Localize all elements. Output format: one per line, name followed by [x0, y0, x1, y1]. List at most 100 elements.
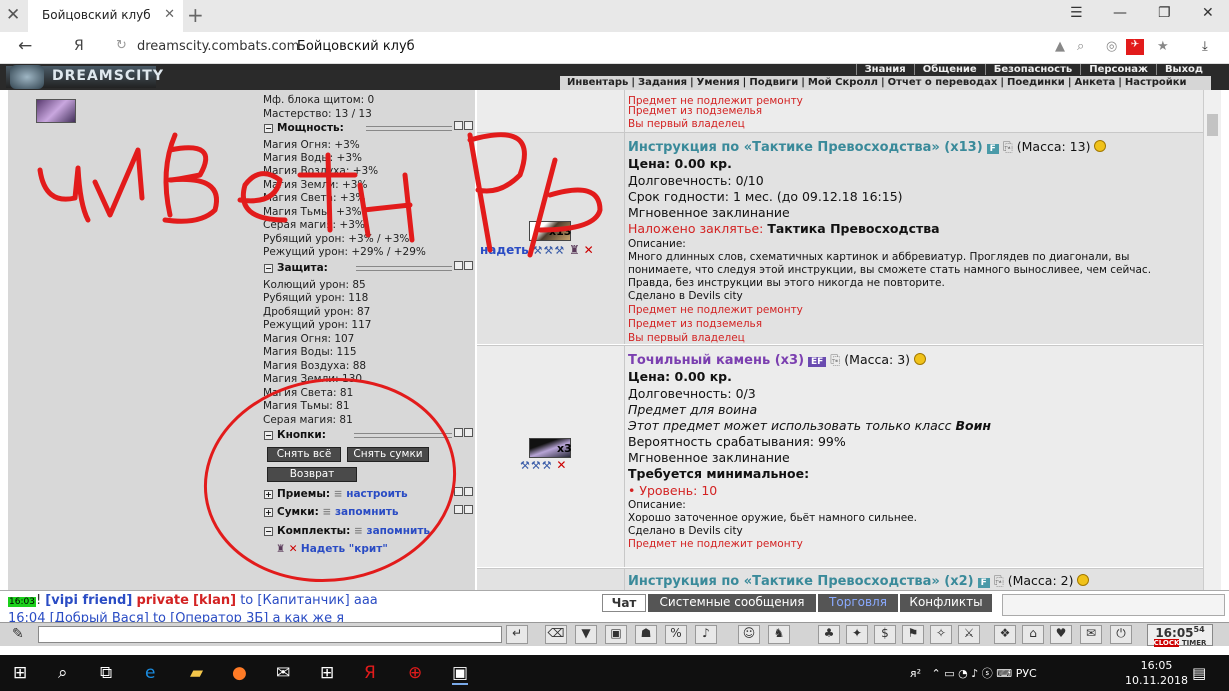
helmet-icon[interactable]: ♞	[768, 625, 790, 644]
item-name[interactable]: Инструкция по «Тактике Превосходства» (x…	[628, 140, 983, 155]
firefox-icon[interactable]: ●	[232, 663, 247, 683]
collapse-icon[interactable]: −	[264, 431, 273, 440]
adblock-icon[interactable]: ✈	[1126, 39, 1144, 55]
protect-icon[interactable]: ◎	[1106, 39, 1117, 54]
extension-icon[interactable]: ▲	[1055, 39, 1065, 54]
bookmark-star-icon[interactable]: ★	[1157, 39, 1169, 54]
copy-icon[interactable]: ⎘	[830, 352, 840, 367]
submenu-quests[interactable]: Задания	[635, 77, 690, 88]
chat-time[interactable]: 16:03	[8, 597, 36, 607]
quest-icon[interactable]: ✦	[846, 625, 868, 644]
chat-scroll[interactable]	[1002, 594, 1225, 616]
up-arrow-icon[interactable]	[454, 261, 463, 270]
task-view-icon[interactable]: ⧉	[100, 663, 112, 683]
delete-item-icon[interactable]: ✕	[556, 458, 566, 472]
submenu-transfers[interactable]: Отчет о переводах	[885, 77, 1001, 88]
collapse-icon[interactable]: −	[264, 264, 273, 273]
coin-icon[interactable]	[914, 353, 927, 365]
down-arrow-icon[interactable]	[464, 428, 473, 437]
money-icon[interactable]: $	[874, 625, 896, 644]
sound-icon[interactable]: ♪	[695, 625, 717, 644]
chat-klan[interactable]: [klan]	[193, 593, 236, 608]
reload-icon[interactable]: ↻	[116, 38, 127, 53]
expand-icon[interactable]: +	[264, 508, 273, 517]
yandex-browser-icon[interactable]: ✕	[6, 5, 20, 25]
url-host[interactable]: dreamscity.combats.com	[137, 39, 299, 54]
restore-icon[interactable]: ❐	[1158, 5, 1171, 21]
battle-icon[interactable]: ⚔	[958, 625, 980, 644]
tab-system[interactable]: Системные сообщения	[648, 594, 816, 612]
delete-item-icon[interactable]: ✕	[584, 243, 594, 257]
collapse-icon[interactable]: −	[264, 124, 273, 133]
exit-icon[interactable]: ⏻	[1110, 625, 1132, 644]
yandex-icon[interactable]: Я	[364, 663, 376, 683]
clan-icon[interactable]: ⚑	[902, 625, 924, 644]
download-icon[interactable]: ⤓	[1202, 39, 1208, 54]
down-arrow-icon[interactable]	[464, 261, 473, 270]
system-clock[interactable]: 16:05 10.11.2018	[1125, 658, 1188, 688]
search-icon[interactable]: ⌕	[58, 663, 68, 683]
submenu-scroll[interactable]: Мой Скролл	[805, 77, 881, 88]
drop-icon[interactable]: ♜	[569, 243, 580, 257]
mail-icon[interactable]: ✉	[1080, 625, 1102, 644]
remove-bags-button[interactable]: Снять сумки	[347, 447, 429, 462]
submenu-settings[interactable]: Настройки	[1122, 77, 1190, 88]
menu-security[interactable]: Безопасность	[984, 64, 1081, 75]
yandex-browser-icon[interactable]: ⊕	[408, 663, 422, 683]
gift-icon[interactable]: ❖	[994, 625, 1016, 644]
equipped-item-image[interactable]	[36, 99, 76, 123]
down-arrow-icon[interactable]	[464, 505, 473, 514]
up-arrow-icon[interactable]	[454, 428, 463, 437]
item-name[interactable]: Точильный камень (x3)	[628, 353, 804, 368]
fighter-icon[interactable]: ☗	[635, 625, 657, 644]
submenu-profile[interactable]: Анкета	[1071, 77, 1118, 88]
store-icon[interactable]: ⊞	[320, 663, 334, 683]
up-arrow-icon[interactable]	[454, 487, 463, 496]
item-action-icons[interactable]: ⚒⚒⚒	[520, 459, 553, 472]
submenu-inventory[interactable]: Инвентарь	[564, 77, 631, 88]
scroll-thumb[interactable]	[1207, 114, 1218, 136]
send-icon[interactable]: ↵	[506, 625, 528, 644]
remove-all-button[interactable]: Снять всё	[267, 447, 341, 462]
delete-set-icon[interactable]: ✕	[289, 543, 298, 555]
filter-icon[interactable]: ▼	[575, 625, 597, 644]
menu-icon[interactable]: ☰	[1070, 5, 1083, 21]
down-arrow-icon[interactable]	[464, 487, 473, 496]
coin-icon[interactable]	[1094, 140, 1107, 152]
inventory-scrollbar[interactable]	[1203, 90, 1221, 590]
clear-icon[interactable]: ⌫	[545, 625, 567, 644]
tab-chat[interactable]: Чат	[602, 594, 646, 612]
yandex-icon[interactable]: Я	[74, 38, 84, 54]
minimize-icon[interactable]: —	[1113, 5, 1127, 21]
remember-bags-link[interactable]: запомнить	[335, 506, 399, 518]
window-app-icon[interactable]: ▣	[452, 663, 469, 685]
collapse-icon[interactable]: −	[264, 527, 273, 536]
friends-icon[interactable]: ♥	[1050, 625, 1072, 644]
submenu-fights[interactable]: Поединки	[1004, 77, 1068, 88]
up-arrow-icon[interactable]	[454, 505, 463, 514]
down-arrow-icon[interactable]	[464, 121, 473, 130]
browser-tab[interactable]: Бойцовский клуб ✕	[28, 0, 183, 32]
submenu-skills[interactable]: Умения	[694, 77, 743, 88]
show-hidden-icon[interactable]: ⌃	[932, 667, 941, 680]
remember-set-link[interactable]: запомнить	[366, 525, 430, 537]
back-icon[interactable]: ←	[18, 36, 32, 56]
return-button[interactable]: Возврат	[267, 467, 357, 482]
battery-icon[interactable]: ▭	[944, 667, 954, 680]
volume-icon[interactable]: ♪	[971, 667, 978, 680]
people-icon[interactable]: ᴙ²	[910, 667, 921, 680]
bag-icon[interactable]: ♣	[818, 625, 840, 644]
file-explorer-icon[interactable]: ▰	[190, 663, 203, 683]
home-icon[interactable]: ⌂	[1022, 625, 1044, 644]
chat-user[interactable]: [vipi friend]	[45, 593, 132, 608]
language-indicator[interactable]: РУС	[1016, 667, 1037, 680]
tab-conflicts[interactable]: Конфликты	[900, 594, 992, 612]
configure-link[interactable]: настроить	[346, 488, 407, 500]
tab-trade[interactable]: Торговля	[818, 594, 898, 612]
notifications-icon[interactable]: ▤	[1192, 664, 1206, 682]
chat-target[interactable]: [Капитанчик]	[257, 593, 349, 608]
item-action-icons[interactable]: ⚒⚒⚒	[533, 244, 566, 257]
copy-icon[interactable]: ⎘	[994, 573, 1004, 588]
smiley-menu-icon[interactable]: ✎	[12, 626, 24, 642]
menu-character[interactable]: Персонаж	[1080, 64, 1156, 75]
